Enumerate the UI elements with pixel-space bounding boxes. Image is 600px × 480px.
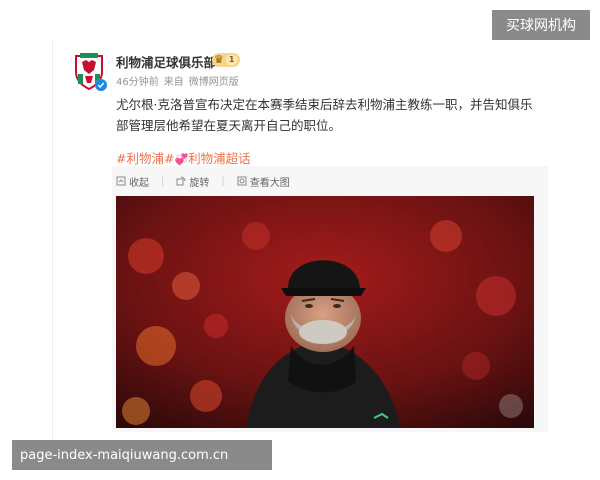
image-toolbar: 收起 | 旋转 | 查看大图	[112, 166, 548, 196]
super-topic-tag[interactable]: 利物浦超话	[188, 151, 251, 166]
collapse-button[interactable]: 收起	[116, 174, 149, 189]
toolbar-divider: |	[221, 175, 225, 187]
post-meta: 46分钟前 来自 微博网页版	[116, 73, 244, 88]
post-text: 尤尔根·克洛普宣布决定在本赛季结束后辞去利物浦主教练一职，并告知俱乐部管理层他希…	[116, 97, 533, 133]
rotate-icon	[176, 176, 186, 186]
toolbar-divider: |	[161, 175, 165, 187]
post-source: 微博网页版	[188, 77, 239, 88]
watermark-top: 买球网机构	[492, 10, 590, 40]
magnify-icon	[237, 176, 247, 186]
account-name[interactable]: 利物浦足球俱乐部	[116, 52, 216, 71]
level-number: 1	[225, 55, 238, 65]
topic-tag[interactable]: #利物浦#	[116, 151, 174, 166]
super-topic-icon: 💞	[174, 153, 189, 166]
post-photo[interactable]	[116, 196, 534, 428]
collapse-icon	[116, 176, 126, 186]
watermark-bottom: page-index-maiqiuwang.com.cn	[12, 440, 272, 470]
source-prefix: 来自	[163, 77, 184, 88]
post-tags: #利物浦#💞利物浦超话	[116, 148, 251, 167]
view-large-button[interactable]: 查看大图	[237, 174, 290, 189]
post-time[interactable]: 46分钟前	[116, 77, 159, 88]
rotate-label: 旋转	[189, 177, 210, 189]
crown-icon: ♛	[214, 53, 224, 66]
view-large-label: 查看大图	[249, 177, 290, 189]
collapse-label: 收起	[129, 177, 149, 189]
verified-icon	[95, 79, 107, 91]
rotate-button[interactable]: 旋转	[176, 174, 209, 189]
member-level-badge[interactable]: ♛ 1	[212, 53, 240, 67]
